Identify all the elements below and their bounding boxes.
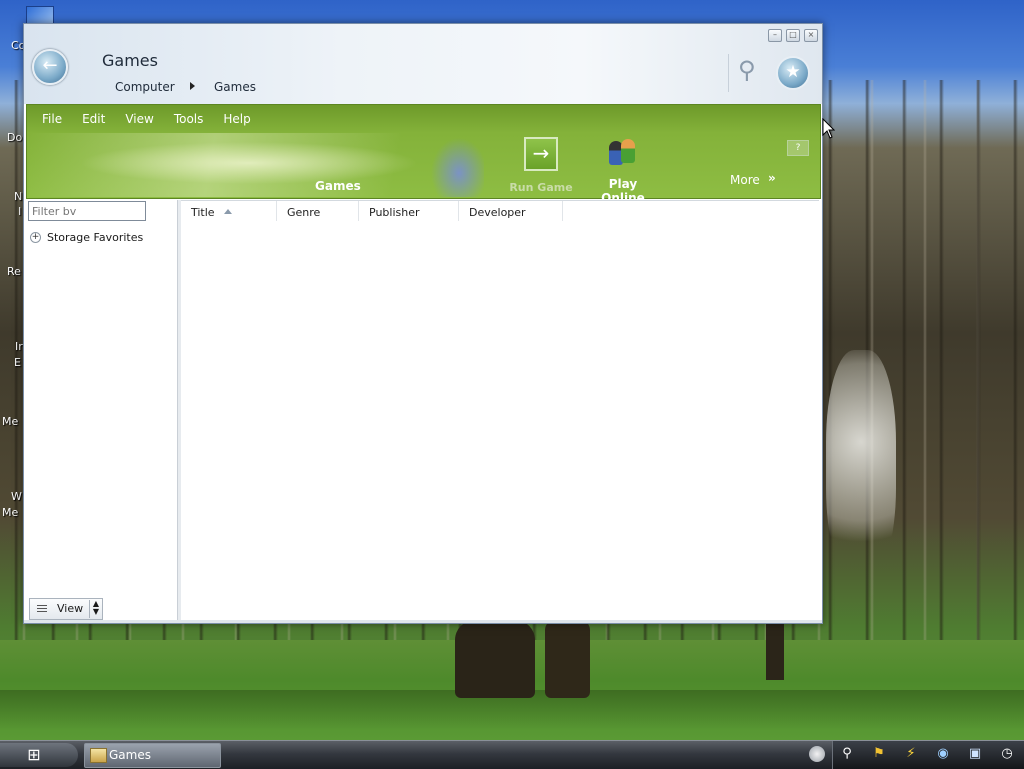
desktop-icon-label[interactable]: W (11, 490, 22, 503)
network-icon[interactable]: ◉ (935, 746, 951, 762)
back-arrow-icon[interactable]: ← (32, 49, 68, 85)
lightning-icon[interactable]: ⚡ (903, 746, 919, 762)
bell-icon[interactable]: ⚑ (871, 746, 887, 762)
menu-bar: File Edit View Tools Help (27, 105, 820, 133)
tree-item-storage-favorites[interactable]: + Storage Favorites (30, 231, 143, 244)
games-window: ← Games Computer Games – □ × ⚲ ★ File Ed… (23, 23, 823, 624)
tree-trunk (766, 620, 784, 680)
title-bar[interactable]: ← Games Computer Games – □ × ⚲ ★ (24, 24, 822, 104)
column-header-label: Title (191, 206, 215, 219)
sort-ascending-icon (224, 209, 232, 214)
blossom-tree (826, 350, 896, 580)
column-header-label: Genre (287, 206, 321, 219)
tray-expand-icon[interactable] (809, 746, 825, 762)
expand-plus-icon[interactable]: + (30, 232, 41, 243)
breadcrumb-chevron-icon[interactable] (190, 82, 195, 90)
column-header-label: Publisher (369, 206, 420, 219)
run-game-label: Run Game (509, 181, 573, 194)
minimize-button[interactable]: – (768, 29, 782, 42)
spinner-arrows-icon[interactable]: ▲ ▼ (89, 600, 102, 618)
desktop-icon-label[interactable]: Me (2, 415, 18, 428)
desktop-icon-label[interactable]: Me (2, 506, 18, 519)
help-icon[interactable]: ? (787, 140, 809, 156)
close-button[interactable]: × (804, 29, 818, 42)
mouse-cursor-icon (822, 118, 835, 139)
column-header-label: Developer (469, 206, 526, 219)
monitor-icon[interactable]: ▣ (967, 746, 983, 762)
people-icon (605, 137, 641, 167)
view-button[interactable]: View ▲ ▼ (29, 598, 103, 620)
tree-trunk (545, 620, 590, 698)
games-toolbar: File Edit View Tools Help Games → Run Ga… (26, 104, 821, 205)
run-game-button[interactable]: → Run Game (505, 137, 577, 194)
play-online-button[interactable]: Play Online (587, 137, 659, 205)
list-view-icon (37, 605, 47, 614)
breadcrumb-computer[interactable]: Computer (115, 80, 175, 94)
magnifier-icon[interactable]: ⚲ (839, 746, 855, 762)
maximize-button[interactable]: □ (786, 29, 800, 42)
star-icon[interactable]: ★ (776, 56, 810, 90)
tree-item-label: Storage Favorites (47, 231, 144, 244)
divider (728, 54, 729, 92)
taskbar-item-label: Games (109, 748, 151, 762)
magnifier-icon[interactable]: ⚲ (738, 56, 764, 86)
column-header-publisher[interactable]: Publisher (359, 201, 459, 221)
window-bottom-edge (24, 620, 822, 623)
games-folder-icon (90, 748, 107, 763)
windows-logo-icon: ⊞ (27, 745, 41, 764)
column-header-developer[interactable]: Developer (459, 201, 563, 221)
window-controls: – □ × (768, 29, 818, 42)
taskbar: ⊞ Games ⚲ ⚑ ⚡ ◉ ▣ ◷ (0, 740, 1024, 769)
taskbar-item-games[interactable]: Games (84, 743, 221, 768)
person-icon (621, 139, 635, 163)
run-arrow-icon: → (524, 137, 558, 171)
view-label: View (57, 602, 84, 615)
desktop-icon-label[interactable]: I (18, 205, 21, 218)
menu-file[interactable]: File (42, 112, 62, 126)
menu-view[interactable]: View (125, 112, 153, 126)
start-button[interactable]: ⊞ (0, 743, 78, 767)
menu-help[interactable]: Help (223, 112, 250, 126)
tree-trunk (455, 620, 535, 698)
clock-icon[interactable]: ◷ (999, 746, 1015, 762)
desktop-icon-label[interactable]: Re (7, 265, 21, 278)
games-section-label: Games (315, 179, 361, 193)
system-tray: ⚲ ⚑ ⚡ ◉ ▣ ◷ (832, 741, 1024, 769)
column-header-genre[interactable]: Genre (277, 201, 359, 221)
menu-tools[interactable]: Tools (174, 112, 204, 126)
desktop-icon-label[interactable]: Do (7, 131, 22, 144)
desktop-icon-label[interactable]: N (14, 190, 22, 203)
window-title: Games (102, 51, 158, 70)
games-banner-graphic (29, 133, 484, 197)
navigation-pane: + Storage Favorites View ▲▼ (26, 200, 178, 620)
filter-input[interactable] (28, 201, 146, 221)
desktop-icon-label[interactable]: Ir (15, 340, 23, 353)
breadcrumb-games[interactable]: Games (214, 80, 256, 94)
menu-edit[interactable]: Edit (82, 112, 105, 126)
desktop-icon-label[interactable]: E (14, 356, 21, 369)
more-button[interactable]: More (730, 173, 760, 187)
column-header-title[interactable]: Title (181, 201, 277, 221)
games-list[interactable]: Title Genre Publisher Developer (181, 200, 819, 621)
double-chevron-icon[interactable]: » (768, 171, 776, 185)
